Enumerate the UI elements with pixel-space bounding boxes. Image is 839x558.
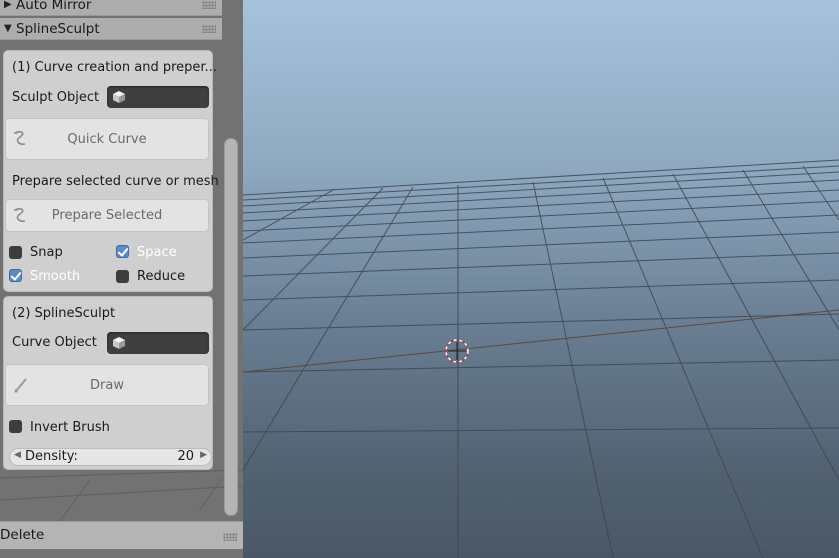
reduce-checkbox[interactable]	[116, 270, 129, 283]
splinesculpt-title: SplineSculpt	[16, 20, 100, 37]
drag-grip-icon[interactable]	[202, 1, 216, 9]
draw-button[interactable]: Draw	[5, 364, 209, 406]
snap-checkbox[interactable]	[9, 246, 22, 259]
drag-grip-icon[interactable]	[223, 533, 237, 541]
3d-viewport[interactable]	[243, 0, 839, 558]
delete-title: Delete	[0, 527, 45, 543]
auto-mirror-title: Auto Mirror	[16, 0, 92, 13]
cube-icon	[113, 337, 125, 349]
tool-shelf: ▶ Auto Mirror ▼ SplineSculpt (1) Curve c…	[0, 0, 243, 558]
sculpt-object-label: Sculpt Object	[12, 90, 100, 105]
sculpt-object-field[interactable]	[107, 86, 209, 108]
invert-brush-checkbox[interactable]	[9, 420, 22, 433]
reduce-label: Reduce	[137, 269, 186, 284]
splinesculpt-panel-header[interactable]: ▼ SplineSculpt	[0, 18, 222, 40]
3d-cursor-icon	[445, 339, 469, 363]
auto-mirror-panel-header[interactable]: ▶ Auto Mirror	[0, 0, 222, 16]
snap-label: Snap	[30, 245, 63, 260]
curve-icon	[14, 207, 26, 222]
density-value: 20	[177, 449, 194, 464]
x-axis-line	[243, 309, 839, 373]
smooth-label: Smooth	[30, 269, 81, 284]
section2-title: (2) SplineSculpt	[12, 306, 116, 321]
delete-panel-header[interactable]: Delete	[0, 521, 243, 549]
quick-curve-label: Quick Curve	[67, 131, 147, 147]
decrement-arrow-icon[interactable]: ◀	[14, 450, 21, 460]
curve-object-field[interactable]	[107, 332, 209, 354]
section1-title: (1) Curve creation and preper...	[12, 60, 217, 75]
triangle-down-icon: ▼	[4, 23, 12, 34]
shelf-scrollbar[interactable]	[224, 138, 238, 516]
invert-brush-label: Invert Brush	[30, 420, 110, 435]
splinesculpt-box: (2) SplineSculpt Curve Object Draw Inver…	[3, 296, 213, 470]
cube-icon	[113, 91, 125, 103]
quick-curve-button[interactable]: Quick Curve	[5, 118, 209, 160]
draw-label: Draw	[90, 377, 124, 393]
triangle-right-icon: ▶	[4, 0, 12, 10]
density-field[interactable]: ◀ Density: 20 ▶	[9, 448, 212, 466]
curve-icon	[14, 130, 26, 145]
curve-object-label: Curve Object	[12, 335, 97, 350]
increment-arrow-icon[interactable]: ▶	[200, 450, 207, 460]
prepare-selected-button[interactable]: Prepare Selected	[5, 199, 209, 232]
density-label: Density:	[25, 449, 78, 464]
smooth-checkbox[interactable]	[9, 269, 22, 282]
floor-grid	[243, 159, 839, 558]
space-label: Space	[137, 245, 177, 260]
prepare-instruction-text: Prepare selected curve or mesh	[12, 174, 219, 189]
space-checkbox[interactable]	[116, 245, 129, 258]
drag-grip-icon[interactable]	[202, 25, 216, 33]
prepare-selected-label: Prepare Selected	[51, 208, 163, 223]
brush-icon	[14, 378, 27, 393]
curve-creation-box: (1) Curve creation and preper... Sculpt …	[3, 50, 219, 292]
